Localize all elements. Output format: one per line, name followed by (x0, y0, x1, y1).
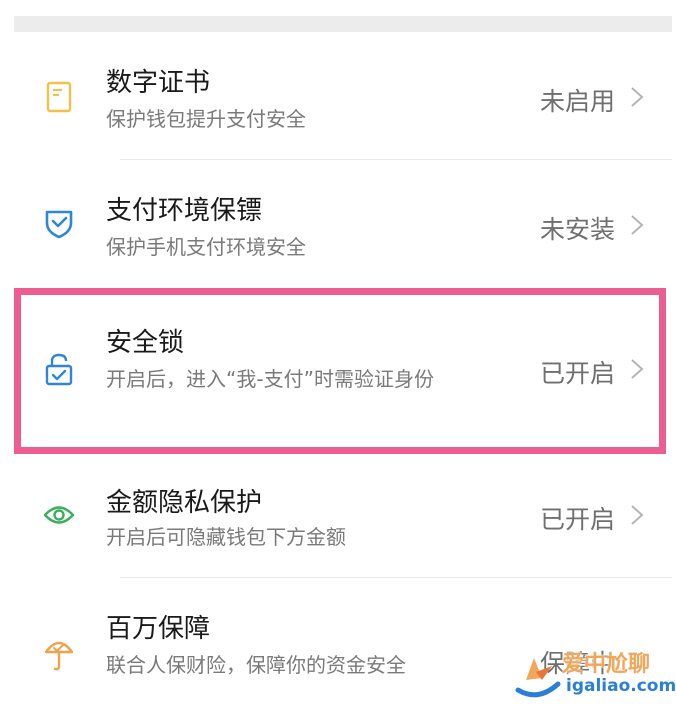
item-subtitle: 开启后可隐藏钱包下方金额 (106, 525, 346, 549)
item-title: 百万保障 (106, 614, 211, 644)
item-title: 金额隐私保护 (106, 488, 263, 518)
chevron-right-icon (631, 87, 644, 107)
list-item-digital-certificate[interactable]: 数字证书 保护钱包提升支付安全 未启用 (14, 40, 672, 160)
item-subtitle: 保护钱包提升支付安全 (106, 107, 306, 131)
watermark-logo-icon (515, 658, 561, 698)
item-title: 支付环境保镖 (106, 196, 263, 226)
chevron-right-icon (631, 505, 644, 525)
list-item-amount-privacy-protection[interactable]: 金额隐私保护 开启后可隐藏钱包下方金额 已开启 (14, 454, 672, 578)
item-status: 未启用 (539, 87, 615, 116)
eye-icon (42, 498, 76, 532)
certificate-icon (42, 80, 76, 114)
watermark-url: igaliao.com (566, 676, 676, 696)
item-status: 未安装 (539, 215, 615, 244)
list-item-payment-environment-guard[interactable]: 支付环境保镖 保护手机支付环境安全 未安装 (14, 160, 672, 288)
top-separator-bar (14, 16, 672, 32)
item-status: 已开启 (539, 505, 615, 534)
item-subtitle: 保护手机支付环境安全 (106, 235, 306, 259)
watermark: 爱中尬聊 igaliao.com (512, 646, 676, 706)
umbrella-icon (42, 638, 76, 672)
item-title: 数字证书 (106, 68, 211, 98)
watermark-text: 爱中尬聊 (562, 652, 651, 677)
chevron-right-icon (631, 215, 644, 235)
shield-check-icon (42, 206, 76, 240)
item-subtitle: 联合人保财险，保障你的资金安全 (106, 653, 406, 677)
highlight-frame (14, 288, 666, 454)
